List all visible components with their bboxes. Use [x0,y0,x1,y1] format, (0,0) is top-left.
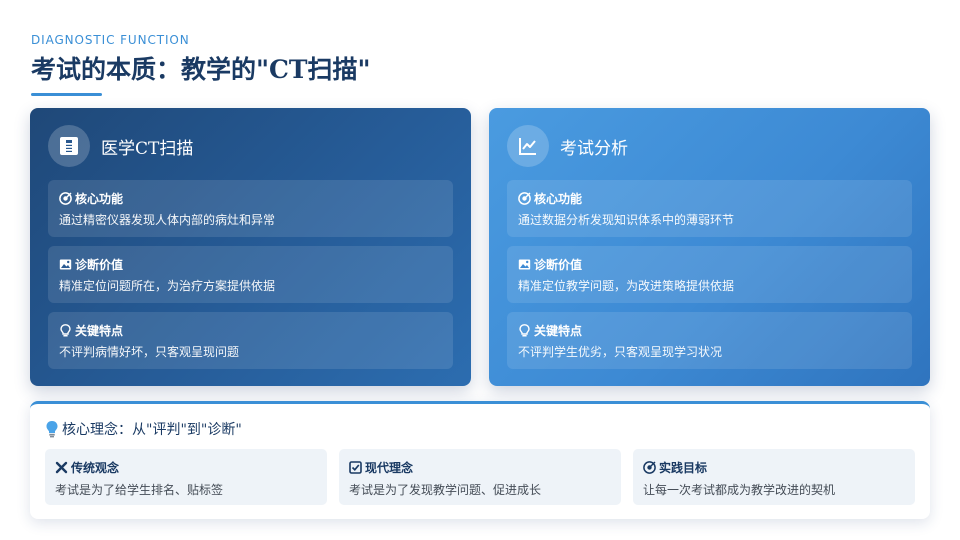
title-underline [31,93,102,96]
row-title: 关键特点 [75,324,124,338]
lightbulb-icon [519,324,530,337]
row-title: 核心功能 [75,192,124,206]
exam-analysis-card: 考试分析 核心功能 通过数据分析发现知识体系中的薄弱环节 诊断价值 精准定位教学… [489,108,930,386]
card-row-core-function: 核心功能 通过数据分析发现知识体系中的薄弱环节 [507,180,912,237]
row-text: 精准定位教学问题，为改进策略提供依据 [518,279,735,293]
lightbulb-icon [46,421,58,438]
card-row-diagnostic-value: 诊断价值 精准定位教学问题，为改进策略提供依据 [507,246,912,303]
checkbox-icon [349,461,362,474]
card-title: 考试分析 [560,138,628,159]
row-text: 不评判病情好坏，只客观呈现问题 [59,345,240,359]
card-row-key-feature: 关键特点 不评判学生优劣，只客观呈现学习状况 [507,312,912,369]
concept-tiles: 传统观念 考试是为了给学生排名、贴标签 现代理念 考试是为了发现教学问题、促进成… [45,449,915,505]
card-row-diagnostic-value: 诊断价值 精准定位问题所在，为治疗方案提供依据 [48,246,453,303]
card-row-key-feature: 关键特点 不评判病情好坏，只客观呈现问题 [48,312,453,369]
tile-traditional-view: 传统观念 考试是为了给学生排名、贴标签 [45,449,327,505]
row-title: 诊断价值 [534,258,583,272]
tile-title: 实践目标 [659,461,708,475]
core-concept-panel: 核心理念：从"评判"到"诊断" 传统观念 考试是为了给学生排名、贴标签 现代理念… [30,401,930,519]
tile-text: 考试是为了发现教学问题、促进成长 [349,483,542,497]
page-title: 考试的本质：教学的"CT扫描" [31,55,371,84]
tile-title: 传统观念 [71,461,120,475]
target-icon [643,461,656,474]
card-header: 考试分析 [507,124,912,168]
tile-text: 考试是为了给学生排名、贴标签 [55,483,224,497]
tile-practice-goal: 实践目标 让每一次考试都成为教学改进的契机 [633,449,915,505]
panel-header: 核心理念：从"评判"到"诊断" [45,418,915,440]
card-title: 医学CT扫描 [101,138,194,159]
ct-scan-card: 医学CT扫描 核心功能 通过精密仪器发现人体内部的病灶和异常 诊断价值 精准定位… [30,108,471,386]
lightbulb-icon [60,324,71,337]
row-title: 核心功能 [534,192,583,206]
eyebrow-label: DIAGNOSTIC FUNCTION [31,33,190,47]
panel-title: 核心理念：从"评判"到"诊断" [62,422,242,438]
row-text: 通过精密仪器发现人体内部的病灶和异常 [59,213,276,227]
image-icon [59,259,72,270]
card-row-core-function: 核心功能 通过精密仪器发现人体内部的病灶和异常 [48,180,453,237]
chart-line-icon [507,125,549,167]
target-icon [518,192,531,205]
tile-title: 现代理念 [365,461,414,475]
tile-modern-view: 现代理念 考试是为了发现教学问题、促进成长 [339,449,621,505]
hospital-icon [48,125,90,167]
card-header: 医学CT扫描 [48,124,453,168]
row-text: 通过数据分析发现知识体系中的薄弱环节 [518,213,735,227]
target-icon [59,192,72,205]
row-title: 关键特点 [534,324,583,338]
row-text: 精准定位问题所在，为治疗方案提供依据 [59,279,276,293]
row-title: 诊断价值 [75,258,124,272]
tile-text: 让每一次考试都成为教学改进的契机 [643,483,836,497]
row-text: 不评判学生优劣，只客观呈现学习状况 [518,345,723,359]
image-icon [518,259,531,270]
x-mark-icon [55,461,68,474]
